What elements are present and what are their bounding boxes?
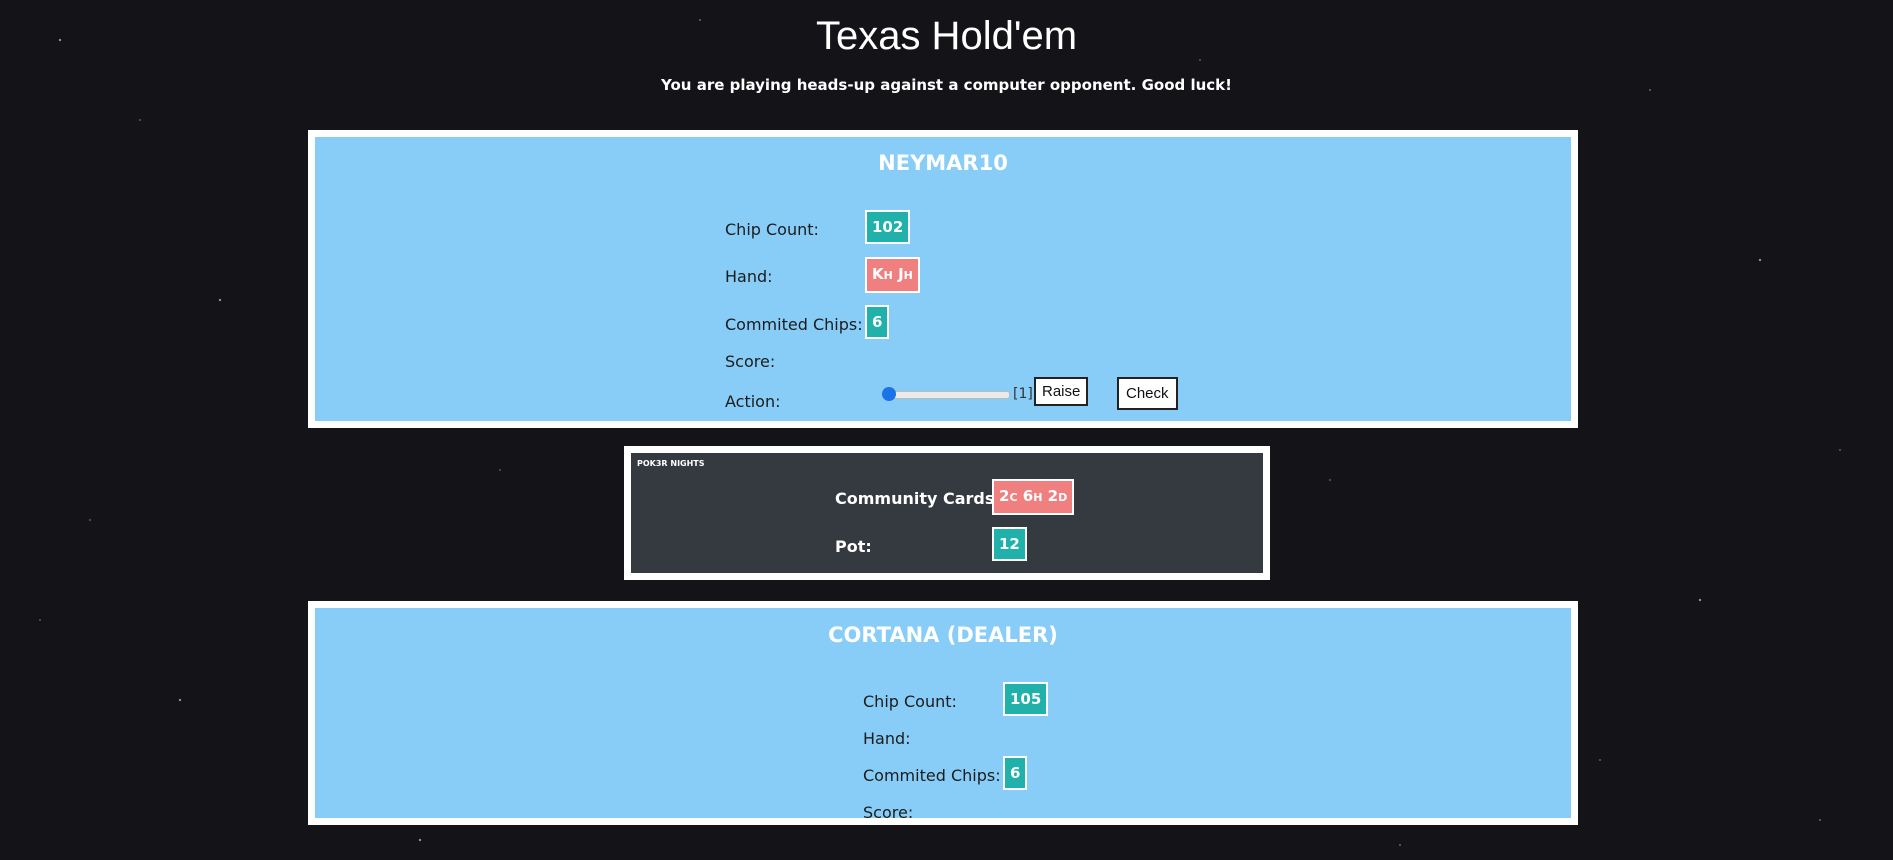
chip-count-label: Chip Count: xyxy=(863,691,957,711)
raise-value-display: [1] xyxy=(1013,386,1033,402)
card-rank: 2 xyxy=(1047,487,1059,505)
community-cards-badge: 2C 6H 2D xyxy=(992,479,1075,515)
card-rank: 6 xyxy=(1022,487,1034,505)
pot-row: Pot: xyxy=(835,531,872,561)
player-name: NEYMAR10 xyxy=(878,151,1008,175)
player-hand-badge: KH JH xyxy=(865,257,920,293)
player-committed-row: Commited Chips: xyxy=(725,309,863,339)
card-rank: K xyxy=(872,265,884,283)
community-cards-label: Community Cards: xyxy=(835,488,1001,508)
raise-amount-slider[interactable] xyxy=(882,387,1010,401)
card-suit: C xyxy=(1009,491,1018,504)
raise-button[interactable]: Raise xyxy=(1034,377,1089,406)
committed-chips-label: Commited Chips: xyxy=(725,314,863,334)
hand-label: Hand: xyxy=(863,728,911,748)
opponent-committed-badge: 6 xyxy=(1003,756,1028,790)
score-label: Score: xyxy=(863,802,914,822)
player-chip-count-badge: 102 xyxy=(865,210,911,244)
board-brand-tag: POK3R NIGHTS xyxy=(637,459,705,468)
community-cards-row: Community Cards: xyxy=(835,483,1001,513)
community-board: POK3R NIGHTS Community Cards: 2C 6H 2D P… xyxy=(624,446,1270,580)
action-label: Action: xyxy=(725,391,781,411)
chip-count-label: Chip Count: xyxy=(725,219,819,239)
opponent-chip-count-row: Chip Count: xyxy=(863,686,957,716)
card-rank: 2 xyxy=(999,487,1010,505)
page-title: Texas Hold'em xyxy=(815,14,1078,58)
player-chip-count-row: Chip Count: xyxy=(725,214,819,244)
page-subtitle: You are playing heads-up against a compu… xyxy=(661,76,1232,94)
player-action-row: Action: xyxy=(725,386,781,416)
card-suit: H xyxy=(883,269,893,282)
check-button[interactable]: Check xyxy=(1117,377,1178,410)
pot-label: Pot: xyxy=(835,536,872,556)
player-committed-badge: 6 xyxy=(865,305,890,339)
card-suit: H xyxy=(903,269,913,282)
opponent-committed-row: Commited Chips: xyxy=(863,760,1001,790)
score-label: Score: xyxy=(725,351,776,371)
card-suit: H xyxy=(1033,491,1043,504)
opponent-panel: CORTANA (DEALER) Chip Count: 105 Hand: C… xyxy=(308,601,1578,825)
player-hand-row: Hand: xyxy=(725,261,773,291)
opponent-name: CORTANA (DEALER) xyxy=(828,623,1058,647)
opponent-chip-count-badge: 105 xyxy=(1003,682,1049,716)
hand-label: Hand: xyxy=(725,266,773,286)
card-suit: D xyxy=(1058,491,1068,504)
player-panel: NEYMAR10 Chip Count: 102 Hand: KH JH Com… xyxy=(308,130,1578,428)
slider-knob[interactable] xyxy=(882,387,896,401)
player-score-row: Score: xyxy=(725,346,775,376)
opponent-score-row: Score: xyxy=(863,797,913,827)
pot-badge: 12 xyxy=(992,527,1027,561)
opponent-hand-row: Hand: xyxy=(863,723,911,753)
committed-chips-label: Commited Chips: xyxy=(863,765,1001,785)
